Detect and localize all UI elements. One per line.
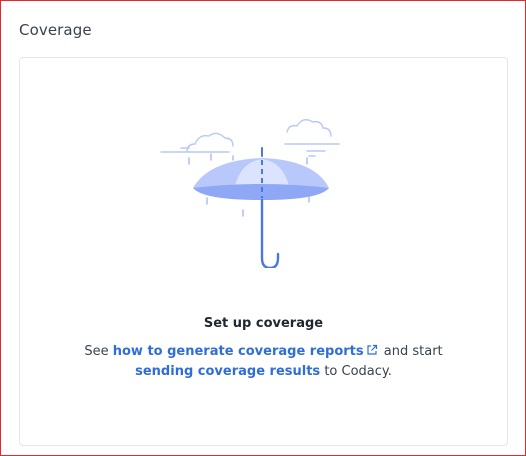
empty-state-description: See how to generate coverage reports and…	[60, 342, 467, 382]
panel-title: Coverage	[19, 21, 92, 39]
empty-state-card: Set up coverage See how to generate cove…	[19, 57, 508, 446]
sending-coverage-results-link[interactable]: sending coverage results	[135, 364, 320, 379]
desc-and-start-text: and start	[383, 344, 443, 359]
generate-coverage-reports-link[interactable]: how to generate coverage reports	[113, 344, 364, 359]
desc-to-codacy-text: to Codacy.	[324, 364, 392, 379]
umbrella-rain-icon	[160, 119, 340, 268]
empty-state-heading: Set up coverage	[203, 316, 324, 331]
coverage-panel: Coverage Set up coverage See how to gene…	[0, 0, 526, 456]
external-link-icon[interactable]	[366, 344, 378, 356]
desc-see-text: See	[84, 344, 109, 359]
